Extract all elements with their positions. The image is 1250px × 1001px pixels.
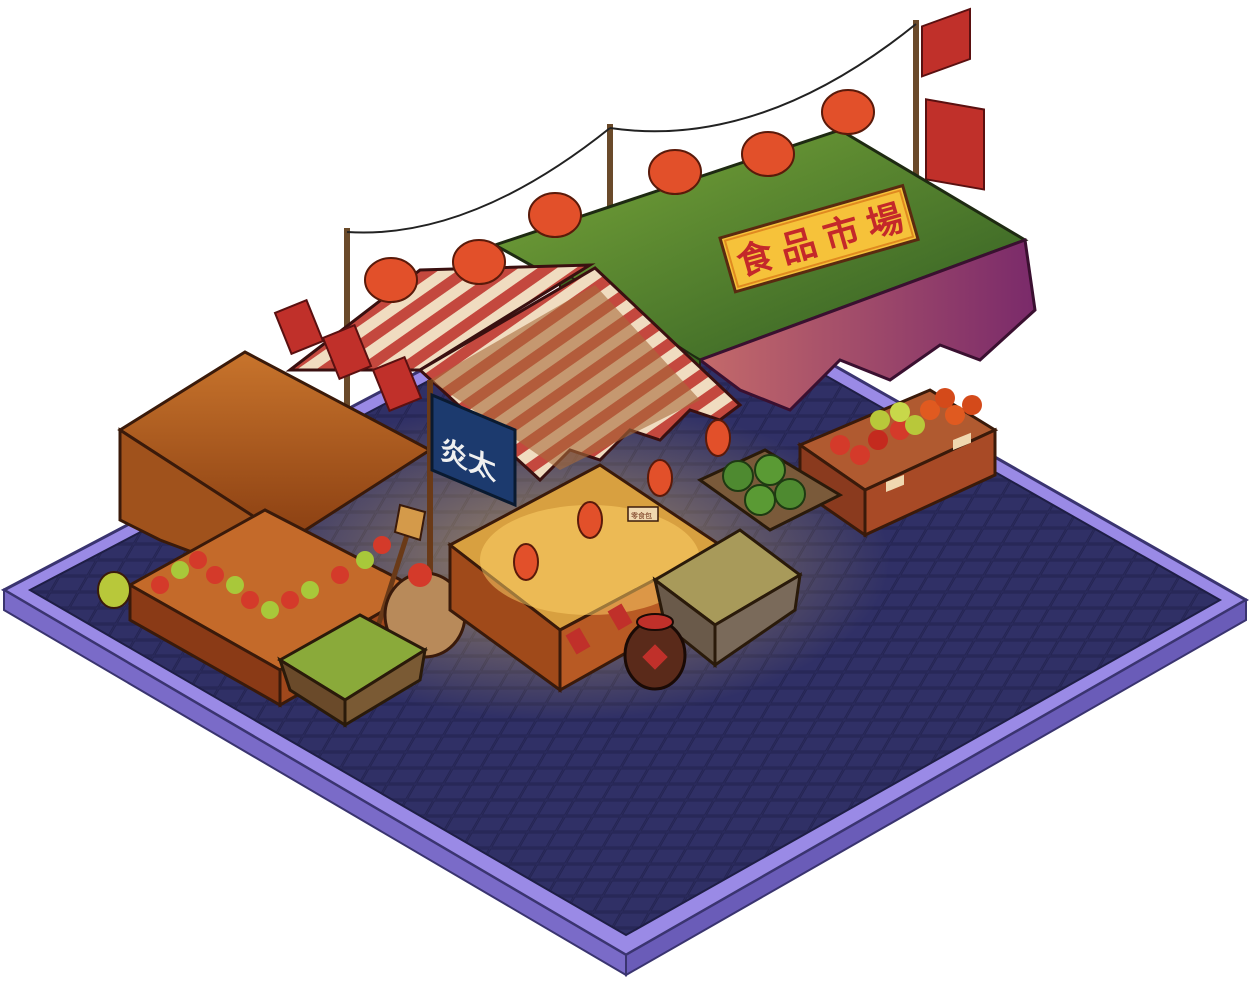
red-lantern-icon	[364, 257, 418, 303]
red-flag-icon	[921, 7, 985, 191]
red-lantern-icon	[821, 89, 875, 135]
small-lantern-icon	[577, 501, 603, 539]
price-tag-text: 零食包	[631, 511, 652, 520]
small-lantern-icon	[705, 419, 731, 457]
red-lantern-icon	[648, 149, 702, 195]
red-lantern-icon	[528, 192, 582, 238]
food-market-scene: 食 品 市 場 炎太 零食包	[0, 7, 1250, 977]
small-lantern-icon	[647, 459, 673, 497]
red-lantern-icon	[452, 239, 506, 285]
small-lantern-icon	[513, 543, 539, 581]
red-lantern-icon	[741, 131, 795, 177]
